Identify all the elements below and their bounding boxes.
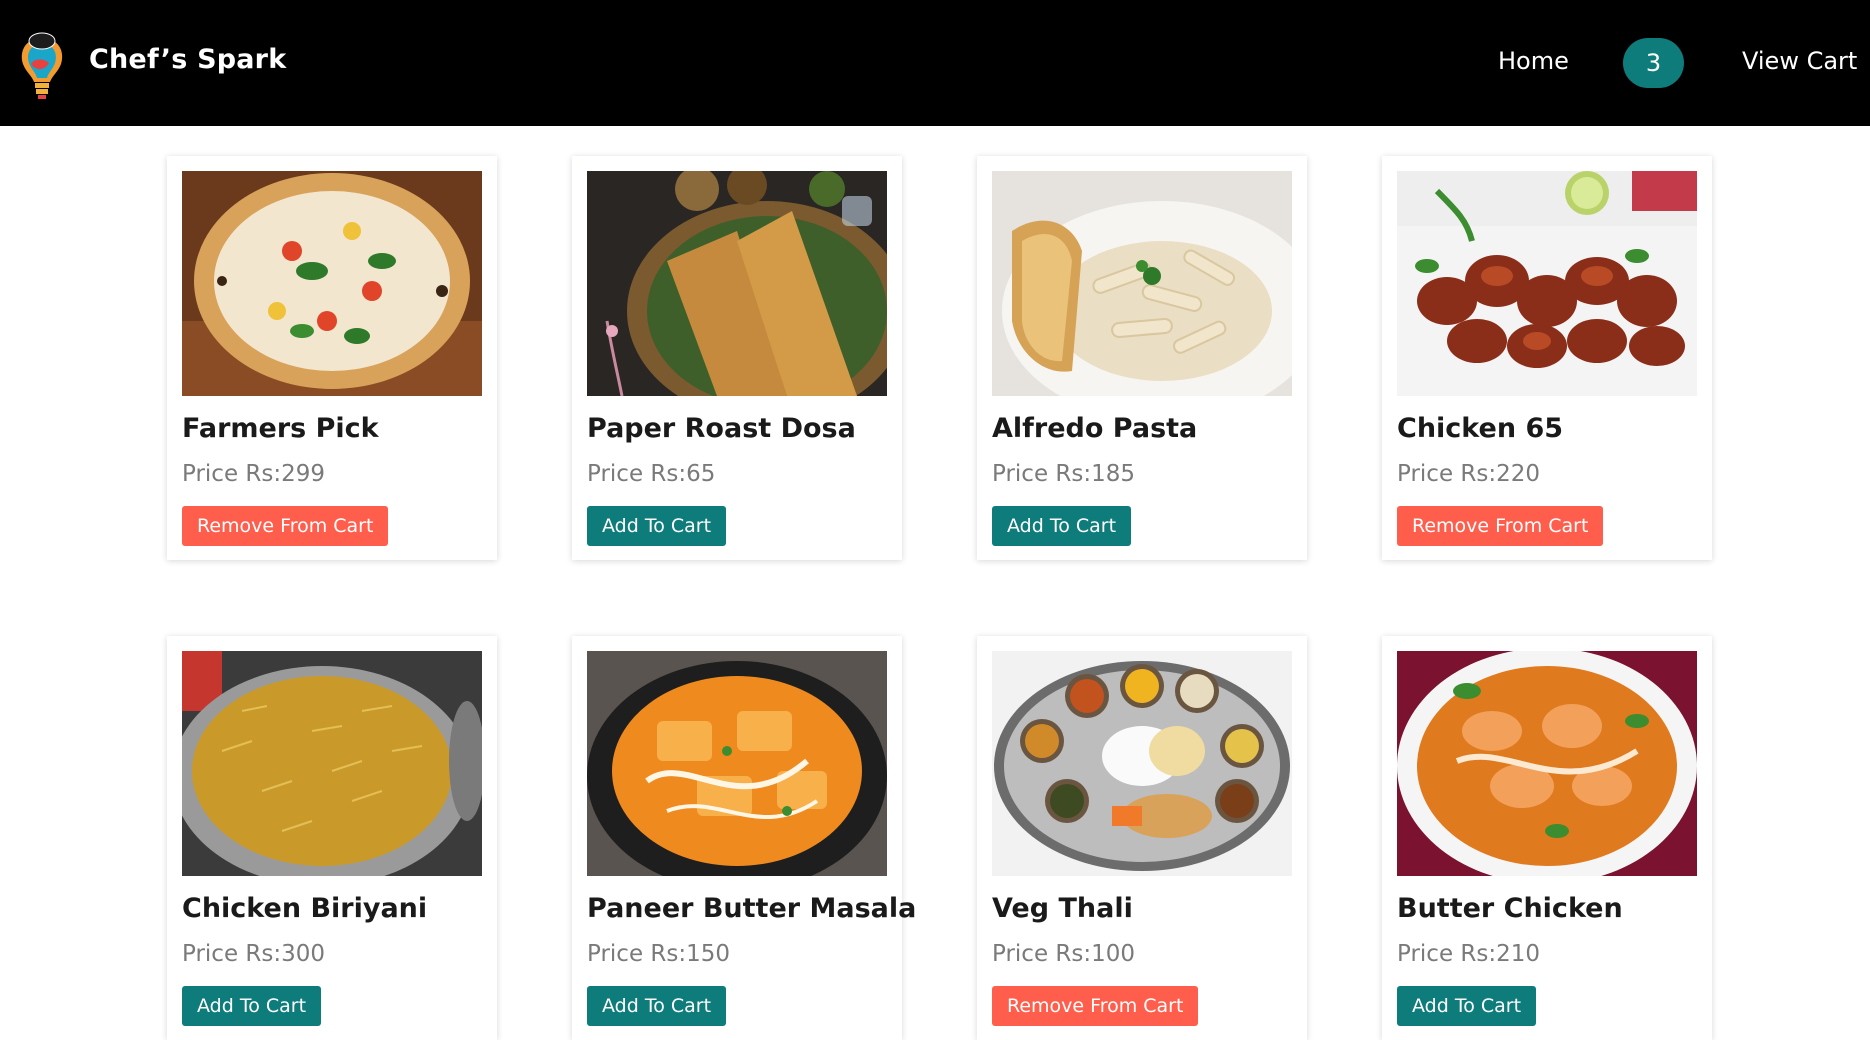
product-card-veg-thali: Veg Thali Price Rs:100 Remove From Cart	[977, 636, 1307, 1040]
product-price: Price Rs:100	[992, 941, 1136, 967]
product-name: Farmers Pick	[182, 413, 379, 444]
product-card-chicken-biriyani: Chicken Biriyani Price Rs:300 Add To Car…	[167, 636, 497, 1040]
product-name: Chicken Biriyani	[182, 893, 428, 924]
product-card-paneer-butter-masala: Paneer Butter Masala Price Rs:150 Add To…	[572, 636, 916, 1040]
add-to-cart-button[interactable]: Add To Cart	[992, 506, 1132, 546]
product-price: Price Rs:65	[587, 461, 716, 487]
product-price: Price Rs:185	[992, 461, 1136, 487]
veg-thali-image	[992, 651, 1292, 876]
paneer-butter-masala-image	[587, 651, 887, 876]
chicken-65-image	[1397, 171, 1697, 396]
product-price: Price Rs:300	[182, 941, 326, 967]
product-name: Alfredo Pasta	[992, 413, 1198, 444]
product-price: Price Rs:210	[1397, 941, 1541, 967]
navbar: Chef’s Spark Home 3 View Cart	[0, 0, 1870, 126]
biriyani-image	[182, 651, 482, 876]
add-to-cart-button[interactable]: Add To Cart	[587, 506, 727, 546]
product-card-alfredo-pasta: Alfredo Pasta Price Rs:185 Add To Cart	[977, 156, 1307, 560]
nav-home-link[interactable]: Home	[1498, 47, 1569, 75]
cart-count-badge[interactable]: 3	[1623, 38, 1684, 88]
remove-from-cart-button[interactable]: Remove From Cart	[182, 506, 389, 546]
product-card-paper-roast-dosa: Paper Roast Dosa Price Rs:65 Add To Cart	[572, 156, 902, 560]
product-price: Price Rs:299	[182, 461, 326, 487]
product-name: Veg Thali	[992, 893, 1133, 924]
chef-logo-icon[interactable]	[17, 30, 67, 102]
pasta-image	[992, 171, 1292, 396]
add-to-cart-button[interactable]: Add To Cart	[1397, 986, 1537, 1026]
remove-from-cart-button[interactable]: Remove From Cart	[1397, 506, 1604, 546]
add-to-cart-button[interactable]: Add To Cart	[587, 986, 727, 1026]
nav-view-cart-link[interactable]: View Cart	[1742, 47, 1857, 75]
product-name: Paneer Butter Masala	[587, 893, 917, 924]
product-name: Chicken 65	[1397, 413, 1564, 444]
product-card-farmers-pick: Farmers Pick Price Rs:299 Remove From Ca…	[167, 156, 497, 560]
brand-name[interactable]: Chef’s Spark	[89, 44, 286, 75]
product-card-butter-chicken: Butter Chicken Price Rs:210 Add To Cart	[1382, 636, 1712, 1040]
dosa-image	[587, 171, 887, 396]
product-name: Butter Chicken	[1397, 893, 1623, 924]
butter-chicken-image	[1397, 651, 1697, 876]
product-card-chicken-65: Chicken 65 Price Rs:220 Remove From Cart	[1382, 156, 1712, 560]
product-name: Paper Roast Dosa	[587, 413, 856, 444]
remove-from-cart-button[interactable]: Remove From Cart	[992, 986, 1199, 1026]
add-to-cart-button[interactable]: Add To Cart	[182, 986, 322, 1026]
pizza-image	[182, 171, 482, 396]
product-price: Price Rs:150	[587, 941, 731, 967]
product-price: Price Rs:220	[1397, 461, 1541, 487]
